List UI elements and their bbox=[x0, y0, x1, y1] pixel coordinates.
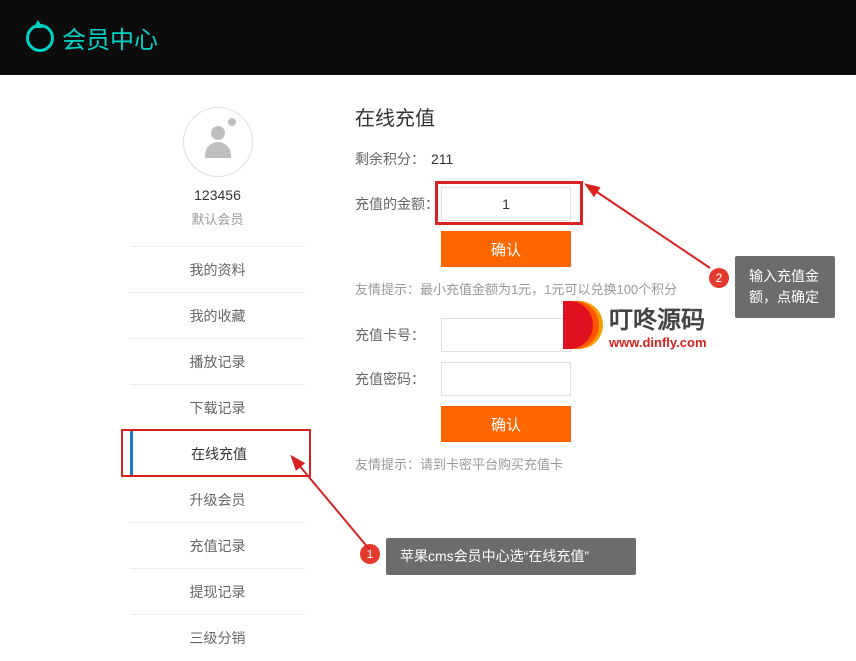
points-value: 211 bbox=[431, 151, 453, 167]
sidebar-item-profile[interactable]: 我的资料 bbox=[130, 246, 305, 292]
points-info: 剩余积分： 211 bbox=[355, 149, 856, 169]
card-number-row: 充值卡号： bbox=[355, 318, 856, 352]
sidebar-item-recharge[interactable]: 在线充值 bbox=[130, 430, 305, 476]
sidebar-item-favorites[interactable]: 我的收藏 bbox=[130, 292, 305, 338]
card-number-input[interactable] bbox=[441, 318, 571, 352]
card-password-row: 充值密码： bbox=[355, 362, 856, 396]
confirm-amount-button[interactable]: 确认 bbox=[441, 231, 571, 267]
sidebar-item-label: 在线充值 bbox=[191, 446, 247, 462]
header-title: 会员中心 bbox=[62, 20, 158, 55]
annotation-badge-2: 2 bbox=[709, 268, 729, 288]
sidebar-item-label: 我的资料 bbox=[190, 262, 246, 278]
card-password-input[interactable] bbox=[441, 362, 571, 396]
sidebar-item-label: 充值记录 bbox=[190, 538, 246, 554]
sidebar-item-label: 三级分销 bbox=[190, 630, 246, 646]
sidebar-item-label: 我的收藏 bbox=[190, 308, 246, 324]
annotation-text-1: 苹果cms会员中心选“在线充值” bbox=[400, 546, 589, 567]
annotation-badge-1: 1 bbox=[360, 544, 380, 564]
logo[interactable]: 会员中心 bbox=[24, 20, 158, 55]
sidebar-item-upgrade[interactable]: 升级会员 bbox=[130, 476, 305, 522]
hint-card: 友情提示：请到卡密平台购买充值卡 bbox=[355, 454, 856, 473]
card-number-label: 充值卡号： bbox=[355, 325, 441, 345]
sidebar-item-label: 下载记录 bbox=[190, 400, 246, 416]
annotation-callout-1: 1 苹果cms会员中心选“在线充值” bbox=[386, 538, 636, 575]
sidebar-item-withdraw-log[interactable]: 提现记录 bbox=[130, 568, 305, 614]
avatar-notification-dot bbox=[228, 118, 236, 126]
sidebar-item-download-history[interactable]: 下载记录 bbox=[130, 384, 305, 430]
username: 123456 bbox=[130, 187, 305, 203]
sidebar-item-label: 升级会员 bbox=[190, 492, 246, 508]
avatar[interactable] bbox=[183, 107, 253, 177]
points-label: 剩余积分： bbox=[355, 151, 425, 167]
header-bar: 会员中心 bbox=[0, 0, 856, 75]
amount-label: 充值的金额： bbox=[355, 194, 441, 214]
sidebar-item-recharge-log[interactable]: 充值记录 bbox=[130, 522, 305, 568]
page-title: 在线充值 bbox=[355, 102, 856, 131]
logo-icon bbox=[24, 22, 56, 54]
confirm-card-button[interactable]: 确认 bbox=[441, 406, 571, 442]
sidebar-item-play-history[interactable]: 播放记录 bbox=[130, 338, 305, 384]
annotation-text-2: 输入充值金额，点确定 bbox=[749, 266, 821, 308]
sidebar-item-label: 播放记录 bbox=[190, 354, 246, 370]
sidebar: 123456 默认会员 我的资料 我的收藏 播放记录 下载记录 在线充值 升级会… bbox=[130, 87, 305, 660]
sidebar-item-distribution[interactable]: 三级分销 bbox=[130, 614, 305, 660]
user-role: 默认会员 bbox=[130, 209, 305, 228]
amount-row: 充值的金额： bbox=[355, 187, 856, 221]
card-password-label: 充值密码： bbox=[355, 369, 441, 389]
sidebar-item-label: 提现记录 bbox=[190, 584, 246, 600]
amount-input[interactable] bbox=[441, 187, 571, 221]
annotation-callout-2: 2 输入充值金额，点确定 bbox=[735, 256, 835, 318]
